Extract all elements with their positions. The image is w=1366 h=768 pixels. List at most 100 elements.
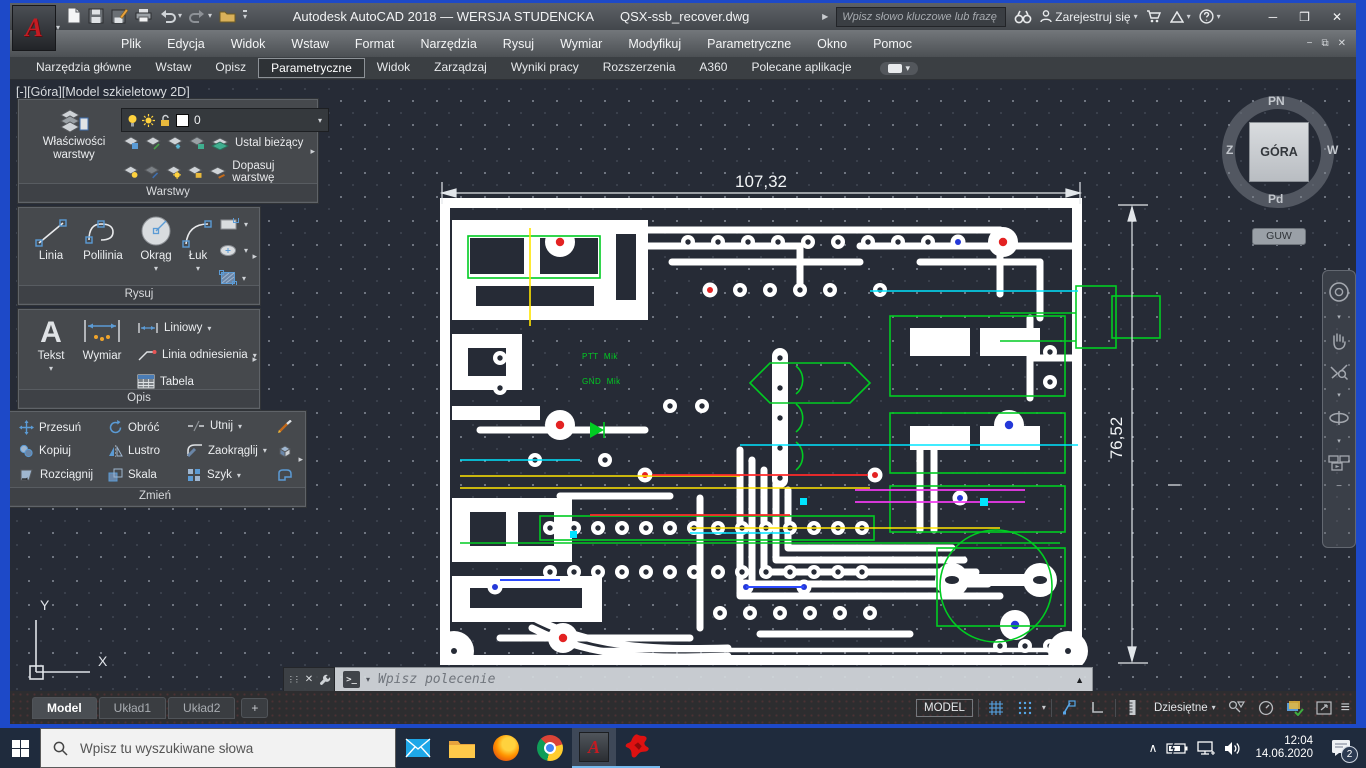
viewport-controls[interactable]: [-][Góra][Model szkieletowy 2D] [16, 85, 190, 99]
command-input[interactable] [376, 671, 1069, 688]
menu-item[interactable]: Wstaw [278, 33, 342, 55]
plot-printer-icon[interactable] [135, 8, 152, 23]
customization-menu-icon[interactable] [1341, 699, 1350, 717]
ribbon-tab[interactable]: Parametryczne [258, 58, 365, 78]
menu-item[interactable]: Plik [108, 33, 154, 55]
layer-unisolate-icon[interactable] [145, 136, 161, 150]
dynamic-input-toggle[interactable] [1057, 697, 1081, 719]
copy-tool[interactable]: Kopiuj [19, 444, 71, 458]
zoom-extents-icon[interactable] [1329, 361, 1349, 381]
viewcube-top-face[interactable]: GÓRA [1249, 122, 1309, 182]
menu-item[interactable]: Narzędzia [408, 33, 490, 55]
zoom-caret-icon[interactable] [1337, 391, 1341, 399]
explode-tool[interactable] [277, 444, 293, 458]
zmien-panel-title[interactable]: Zmień [10, 487, 305, 505]
layer-lock-icon[interactable] [189, 136, 205, 150]
start-button[interactable] [0, 728, 40, 768]
drawing-canvas[interactable]: [-][Góra][Model szkieletowy 2D] .t{strok… [10, 80, 1356, 691]
navigation-wheel-icon[interactable] [1328, 281, 1350, 303]
edit-polyline-tool[interactable] [277, 468, 293, 482]
menu-item[interactable]: Parametryczne [694, 33, 804, 55]
clean-screen-toggle[interactable] [1312, 697, 1336, 719]
layer-isolate-icon[interactable] [123, 136, 139, 150]
isolate-objects-toggle[interactable] [1254, 697, 1278, 719]
network-icon[interactable] [1197, 741, 1215, 756]
new-file-icon[interactable] [66, 7, 81, 24]
menu-item[interactable]: Format [342, 33, 408, 55]
menu-item[interactable]: Okno [804, 33, 860, 55]
sign-in[interactable]: Zarejestruj się [1040, 10, 1137, 24]
taskbar-red-app[interactable] [616, 728, 660, 768]
trim-tool[interactable]: Utnij [187, 420, 242, 432]
rotate-tool[interactable]: Obróć [108, 420, 159, 435]
command-history-caret-icon[interactable] [366, 675, 370, 684]
command-close-icon[interactable] [305, 674, 313, 685]
match-layer-icon[interactable] [209, 165, 226, 179]
viewcube-ucs-button[interactable]: GUW [1252, 228, 1306, 245]
showmotion-icon[interactable] [1328, 455, 1350, 471]
fillet-tool[interactable]: Zaokrąglij [187, 444, 267, 457]
menu-item[interactable]: Widok [218, 33, 279, 55]
menu-item[interactable]: Rysuj [490, 33, 547, 55]
layout-tab[interactable]: Układ2 [168, 697, 235, 719]
layout-tab[interactable]: Układ1 [99, 697, 166, 719]
annotation-visibility-toggle[interactable] [1225, 697, 1249, 719]
menu-item[interactable]: Wymiar [547, 33, 615, 55]
ellipse-tool[interactable] [219, 244, 248, 257]
hatch-tool[interactable] [219, 270, 246, 286]
wrench-icon[interactable] [319, 674, 331, 686]
model-space-button[interactable]: MODEL [916, 699, 973, 717]
battery-icon[interactable] [1166, 742, 1188, 755]
set-current-label[interactable]: Ustal bieżący [235, 137, 303, 149]
layout-tab[interactable]: Model [32, 697, 97, 719]
table-tool[interactable]: Tabela [137, 374, 194, 389]
polyline-tool[interactable]: Polilinia [75, 218, 131, 262]
linear-dim-tool[interactable]: Liniowy [137, 322, 211, 334]
taskbar-chrome[interactable] [528, 728, 572, 768]
command-line-grip[interactable] [283, 667, 335, 691]
doc-close-button[interactable] [1338, 38, 1346, 49]
viewcube-east[interactable]: W [1327, 143, 1338, 157]
minimize-button[interactable] [1269, 10, 1278, 24]
snap-mode-toggle[interactable] [1013, 697, 1037, 719]
orbit-caret-icon[interactable] [1337, 437, 1341, 445]
ribbon-tab[interactable]: Rozszerzenia [591, 58, 688, 78]
orbit-icon[interactable] [1328, 409, 1350, 427]
rectangle-tool[interactable] [219, 218, 248, 231]
set-current-icon[interactable] [211, 136, 229, 150]
warstwy-panel-title[interactable]: Warstwy [19, 183, 317, 201]
warstwy-flyout-icon[interactable] [310, 146, 315, 157]
opis-panel-title[interactable]: Opis [19, 389, 259, 407]
tray-expand-icon[interactable] [1149, 741, 1158, 755]
arc-tool[interactable]: Łuk [181, 218, 215, 273]
doc-minimize-button[interactable] [1307, 38, 1313, 49]
maximize-button[interactable] [1299, 10, 1310, 24]
search-binoculars-icon[interactable] [1014, 10, 1032, 24]
snap-caret-icon[interactable] [1042, 703, 1046, 712]
add-layout-button[interactable]: + [241, 698, 268, 718]
close-button[interactable] [1332, 10, 1342, 24]
ribbon-tab[interactable]: Wyniki pracy [499, 58, 591, 78]
taskbar-mail[interactable] [396, 728, 440, 768]
volume-icon[interactable] [1224, 741, 1242, 756]
line-tool[interactable]: Linia [29, 218, 73, 262]
ribbon-tab[interactable]: A360 [687, 58, 739, 78]
units-dropdown[interactable]: Dziesiętne [1150, 702, 1220, 714]
taskbar-explorer[interactable] [440, 728, 484, 768]
layer-on-icon[interactable] [123, 165, 138, 179]
command-input-area[interactable] [335, 667, 1093, 691]
viewcube-south[interactable]: Pd [1268, 192, 1283, 206]
zmien-flyout-icon[interactable] [298, 454, 303, 465]
layer-off-icon[interactable] [144, 165, 159, 179]
layer-unlock-icon[interactable] [187, 165, 202, 179]
ribbon-tab[interactable]: Widok [365, 58, 422, 78]
mirror-tool[interactable]: Lustro [108, 444, 160, 458]
recorder-button[interactable] [880, 62, 919, 75]
viewcube-west[interactable]: Z [1226, 143, 1233, 157]
ribbon-tab[interactable]: Polecane aplikacje [739, 58, 863, 78]
match-layer-label[interactable]: Dopasuj warstwę [232, 160, 317, 184]
command-expand-icon[interactable] [1075, 675, 1084, 685]
ribbon-tab[interactable]: Opisz [203, 58, 258, 78]
circle-tool[interactable]: Okrąg [133, 214, 179, 273]
stretch-tool[interactable]: Rozciągnij [19, 468, 93, 482]
